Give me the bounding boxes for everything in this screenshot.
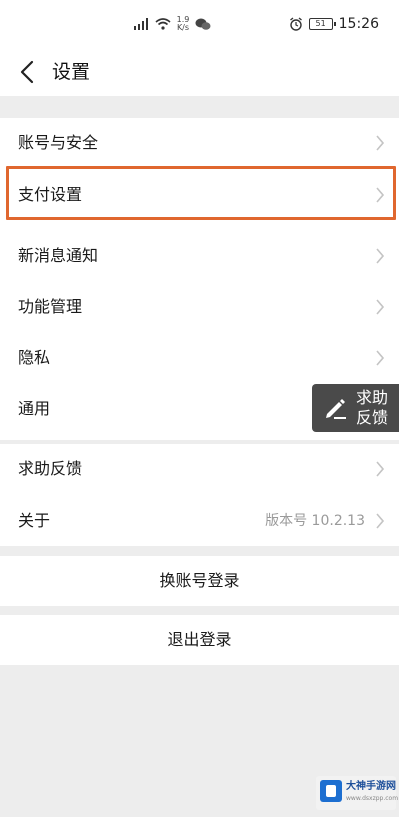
settings-item-label: 账号与安全 [18,133,99,152]
back-button[interactable] [12,56,42,88]
help-float-label: 求助 反馈 [356,388,388,428]
watermark-name: 大神手游网 [346,781,396,792]
nav-bar: 设置 [0,48,399,96]
chevron-right-icon [376,135,385,151]
chevron-right-icon [376,248,385,264]
chevron-left-icon [20,60,34,84]
logout-label: 退出登录 [167,630,232,649]
alarm-icon [289,17,302,31]
status-time: 15:26 [338,16,379,32]
settings-item-label: 通用 [18,399,51,418]
wechat-notification-icon [195,18,211,30]
chevron-right-icon [376,350,385,366]
version-value: 版本号 10.2.13 [265,513,365,529]
settings-item-label: 功能管理 [18,297,83,316]
chevron-right-icon [376,299,385,315]
page-title: 设置 [52,61,91,83]
settings-item-about[interactable]: 关于 版本号 10.2.13 [0,496,399,546]
settings-item-help-feedback[interactable]: 求助反馈 [0,444,399,494]
status-left-group: 1.9 K/s [133,14,211,34]
settings-item-label: 隐私 [18,348,51,367]
watermark: 大神手游网 www.dsxzpp.com [316,776,399,810]
net-speed: 1.9 K/s [175,16,191,32]
settings-item-label: 求助反馈 [18,459,83,478]
watermark-site: www.dsxzpp.com [346,795,399,802]
signal-icon [134,18,148,30]
settings-item-features[interactable]: 功能管理 [0,282,399,332]
help-float-line1: 求助 [356,388,389,407]
logout-button[interactable]: 退出登录 [0,615,399,665]
chevron-right-icon [376,461,385,477]
edit-pencil-icon [326,399,346,419]
switch-account-button[interactable]: 换账号登录 [0,556,399,606]
settings-item-privacy[interactable]: 隐私 [0,333,399,383]
settings-item-notifications[interactable]: 新消息通知 [0,231,399,281]
settings-item-label: 关于 [18,511,51,530]
chevron-right-icon [376,513,385,529]
help-feedback-float-button[interactable]: 求助 反馈 [312,384,399,432]
status-right-group: 51 15:26 [289,14,379,34]
switch-account-label: 换账号登录 [159,571,240,590]
settings-item-account-security[interactable]: 账号与安全 [0,118,399,168]
status-bar: 1.9 K/s 51 15:26 [0,0,399,48]
wifi-icon [155,18,171,30]
highlight-box [6,166,396,220]
battery-icon: 51 [308,18,336,30]
net-speed-unit: K/s [176,23,190,32]
help-float-line2: 反馈 [356,408,389,427]
settings-group-about: 求助反馈 关于 版本号 10.2.13 [0,444,399,546]
settings-item-label: 新消息通知 [18,246,99,265]
watermark-logo-icon [320,780,342,802]
